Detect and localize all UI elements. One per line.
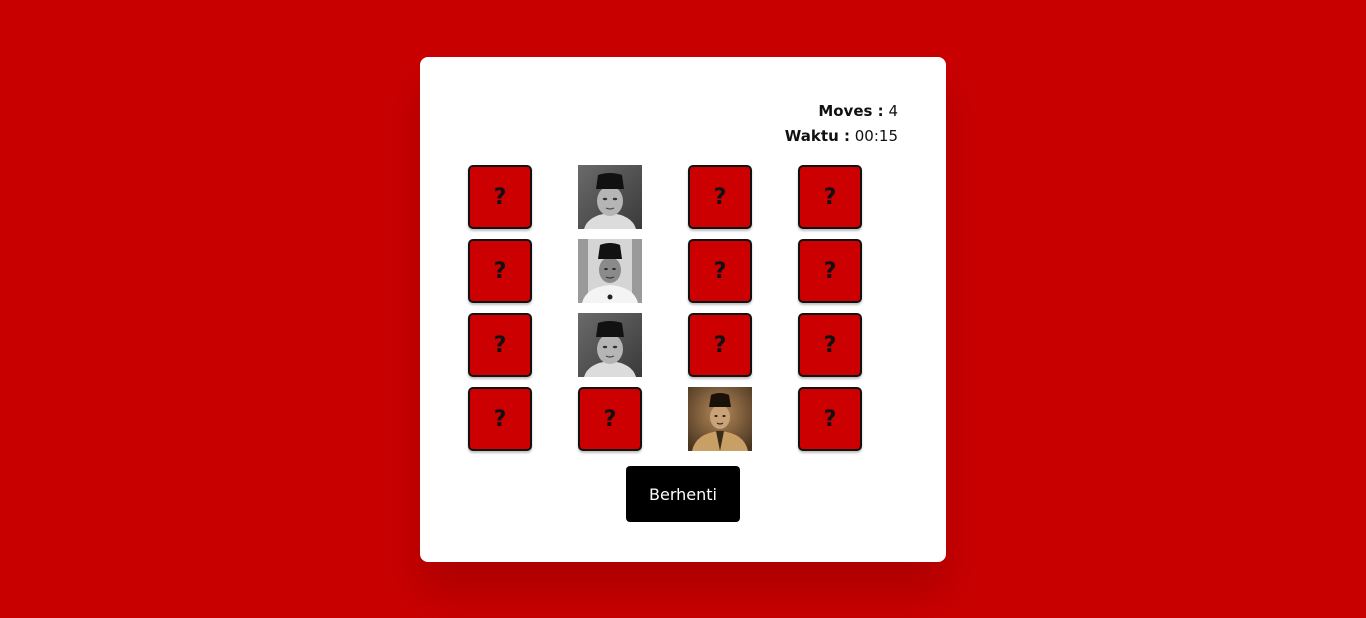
card-revealed-portrait-a[interactable] xyxy=(578,165,642,229)
card-hidden[interactable]: ? xyxy=(578,387,642,451)
card-hidden[interactable]: ? xyxy=(468,165,532,229)
time-label: Waktu : xyxy=(784,127,850,145)
card-hidden[interactable]: ? xyxy=(798,165,862,229)
stop-button[interactable]: Berhenti xyxy=(626,466,740,522)
card-grid: ? ??? ??? ? ? ? ? ? xyxy=(468,165,862,451)
question-mark-icon: ? xyxy=(493,406,507,432)
question-mark-icon: ? xyxy=(823,406,837,432)
question-mark-icon: ? xyxy=(493,332,507,358)
card-hidden[interactable]: ? xyxy=(468,313,532,377)
question-mark-icon: ? xyxy=(823,332,837,358)
card-hidden[interactable]: ? xyxy=(688,313,752,377)
question-mark-icon: ? xyxy=(823,184,837,210)
question-mark-icon: ? xyxy=(713,332,727,358)
card-hidden[interactable]: ? xyxy=(688,165,752,229)
card-revealed-portrait-b[interactable] xyxy=(578,239,642,303)
game-panel: Moves : 4 Waktu : 00:15 ? ??? ? ? ? ? ? … xyxy=(420,57,946,562)
question-mark-icon: ? xyxy=(493,184,507,210)
portrait-c-image xyxy=(688,387,752,451)
card-revealed-portrait-a[interactable] xyxy=(578,313,642,377)
card-revealed-portrait-c[interactable] xyxy=(688,387,752,451)
moves-label: Moves : xyxy=(818,102,884,120)
moves-counter: Moves : 4 xyxy=(785,99,898,124)
moves-value: 4 xyxy=(888,102,898,120)
card-hidden[interactable]: ? xyxy=(688,239,752,303)
portrait-b-image xyxy=(578,239,642,303)
card-hidden[interactable]: ? xyxy=(798,387,862,451)
question-mark-icon: ? xyxy=(713,184,727,210)
card-hidden[interactable]: ? xyxy=(798,239,862,303)
question-mark-icon: ? xyxy=(493,258,507,284)
question-mark-icon: ? xyxy=(823,258,837,284)
question-mark-icon: ? xyxy=(713,258,727,284)
stats-panel: Moves : 4 Waktu : 00:15 xyxy=(785,99,898,149)
time-value: 00:15 xyxy=(854,127,898,145)
card-hidden[interactable]: ? xyxy=(798,313,862,377)
portrait-a-image xyxy=(578,165,642,229)
time-counter: Waktu : 00:15 xyxy=(785,124,898,149)
card-hidden[interactable]: ? xyxy=(468,239,532,303)
card-hidden[interactable]: ? xyxy=(468,387,532,451)
question-mark-icon: ? xyxy=(603,406,617,432)
portrait-a-image xyxy=(578,313,642,377)
